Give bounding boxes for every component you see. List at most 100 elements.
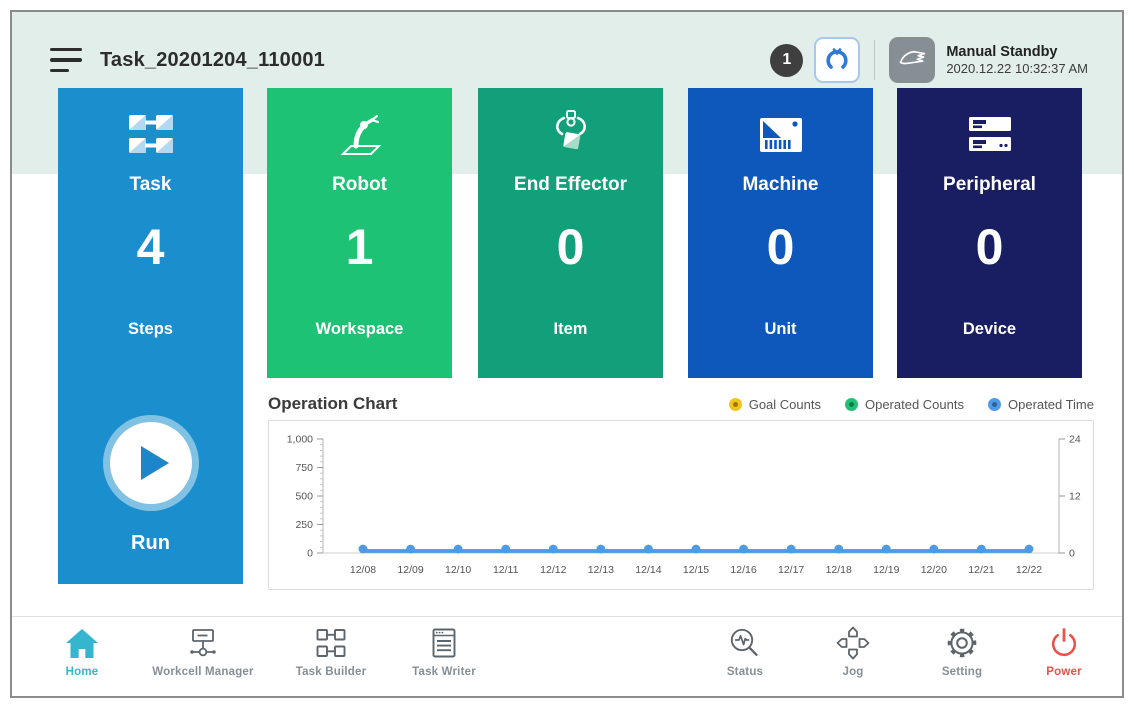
gripper-tool-button[interactable]	[814, 37, 860, 83]
card-peripheral[interactable]: Peripheral 0 Device	[897, 88, 1082, 378]
legend-item: Goal Counts	[729, 397, 821, 412]
svg-text:12/09: 12/09	[397, 564, 423, 576]
header-right: 1 Manual Standby 2020.12.22 10:32:37 AM	[770, 37, 1088, 83]
play-icon	[141, 446, 169, 480]
hand-icon	[896, 42, 928, 79]
task-writer-icon	[426, 624, 462, 662]
gripper-item-icon	[478, 110, 663, 160]
run-label: Run	[58, 532, 243, 555]
card-value: 0	[688, 218, 873, 276]
card-task[interactable]: Task 4 Steps Run	[58, 88, 243, 584]
annotation-badge: 1	[770, 44, 803, 77]
svg-text:24: 24	[1069, 434, 1081, 446]
workcell-manager-icon	[185, 624, 221, 662]
mode-label: Manual Standby	[946, 43, 1088, 61]
nav-item-task-builder[interactable]: Task Builder	[276, 624, 386, 678]
svg-text:1,000: 1,000	[287, 434, 313, 446]
card-title: Task	[58, 174, 243, 196]
chart-canvas: 02505007501,0000122412/0812/0912/1012/11…	[269, 421, 1093, 589]
app-window: Task_20201204_110001 1 Manual Standby 20…	[10, 10, 1124, 698]
card-value: 0	[897, 218, 1082, 276]
chart-legend: Goal Counts Operated Counts Operated Tim…	[729, 397, 1094, 412]
svg-text:12: 12	[1069, 491, 1081, 503]
nav-item-setting[interactable]: Setting	[908, 624, 1016, 678]
card-end-effector[interactable]: End Effector 0 Item	[478, 88, 663, 378]
card-title: Robot	[267, 174, 452, 196]
nav-item-jog[interactable]: Jog	[798, 624, 908, 678]
svg-text:12/11: 12/11	[493, 564, 519, 576]
nav-item-task-writer[interactable]: Task Writer	[386, 624, 502, 678]
nav-label: Home	[66, 666, 99, 678]
power-icon	[1046, 624, 1082, 662]
svg-text:12/14: 12/14	[635, 564, 661, 576]
svg-text:0: 0	[307, 548, 313, 560]
card-value: 1	[267, 218, 452, 276]
menu-icon[interactable]	[50, 48, 82, 72]
nav-label: Workcell Manager	[152, 666, 253, 678]
jog-icon	[835, 624, 871, 662]
machine-icon	[688, 110, 873, 160]
task-builder-icon	[313, 624, 349, 662]
svg-text:12/17: 12/17	[778, 564, 804, 576]
card-unit: Device	[897, 320, 1082, 339]
card-title: Peripheral	[897, 174, 1082, 196]
card-title: Machine	[688, 174, 873, 196]
svg-text:12/10: 12/10	[445, 564, 471, 576]
task-title: Task_20201204_110001	[100, 49, 770, 72]
nav-label: Jog	[842, 666, 863, 678]
chart-header: Operation Chart Goal Counts Operated Cou…	[268, 394, 1094, 414]
svg-text:12/20: 12/20	[921, 564, 947, 576]
card-unit: Workspace	[267, 320, 452, 339]
legend-item: Operated Time	[988, 397, 1094, 412]
gripper-tool-icon	[823, 44, 851, 77]
svg-text:12/19: 12/19	[873, 564, 899, 576]
svg-text:12/12: 12/12	[540, 564, 566, 576]
legend-dot-icon	[729, 398, 742, 411]
robot-arm-icon	[267, 110, 452, 160]
nav-label: Status	[727, 666, 763, 678]
svg-text:250: 250	[295, 519, 313, 531]
setting-icon	[944, 624, 980, 662]
card-unit: Steps	[58, 320, 243, 339]
status-icon	[727, 624, 763, 662]
nav-item-workcell-manager[interactable]: Workcell Manager	[130, 624, 276, 678]
legend-label: Operated Time	[1008, 397, 1094, 412]
header-divider	[874, 40, 875, 80]
nav-item-power[interactable]: Power	[1016, 624, 1112, 678]
legend-label: Goal Counts	[749, 397, 821, 412]
card-value: 4	[58, 218, 243, 276]
svg-text:12/08: 12/08	[350, 564, 376, 576]
operation-chart: 02505007501,0000122412/0812/0912/1012/11…	[268, 420, 1094, 590]
legend-item: Operated Counts	[845, 397, 964, 412]
svg-text:12/13: 12/13	[588, 564, 614, 576]
card-unit: Unit	[688, 320, 873, 339]
legend-label: Operated Counts	[865, 397, 964, 412]
svg-text:12/16: 12/16	[730, 564, 756, 576]
svg-text:0: 0	[1069, 548, 1075, 560]
card-value: 0	[478, 218, 663, 276]
peripheral-icon	[897, 110, 1082, 160]
home-icon	[64, 624, 100, 662]
task-blocks-icon	[58, 110, 243, 160]
svg-text:12/18: 12/18	[826, 564, 852, 576]
card-unit: Item	[478, 320, 663, 339]
svg-text:750: 750	[295, 462, 313, 474]
card-title: End Effector	[478, 174, 663, 196]
nav-label: Task Writer	[412, 666, 476, 678]
nav-item-home[interactable]: Home	[34, 624, 130, 678]
nav-item-status[interactable]: Status	[692, 624, 798, 678]
nav-label: Setting	[942, 666, 982, 678]
card-machine[interactable]: Machine 0 Unit	[688, 88, 873, 378]
svg-text:12/21: 12/21	[968, 564, 994, 576]
bottom-nav: Home Workcell Manager Task Builder Task …	[12, 616, 1122, 696]
card-robot[interactable]: Robot 1 Workspace	[267, 88, 452, 378]
nav-label: Power	[1046, 666, 1082, 678]
legend-dot-icon	[845, 398, 858, 411]
svg-text:12/15: 12/15	[683, 564, 709, 576]
run-button[interactable]	[110, 422, 192, 504]
mode-status: Manual Standby 2020.12.22 10:32:37 AM	[946, 43, 1088, 77]
manual-mode-button[interactable]	[889, 37, 935, 83]
header: Task_20201204_110001 1 Manual Standby 20…	[50, 28, 1088, 92]
chart-title: Operation Chart	[268, 394, 397, 414]
legend-dot-icon	[988, 398, 1001, 411]
